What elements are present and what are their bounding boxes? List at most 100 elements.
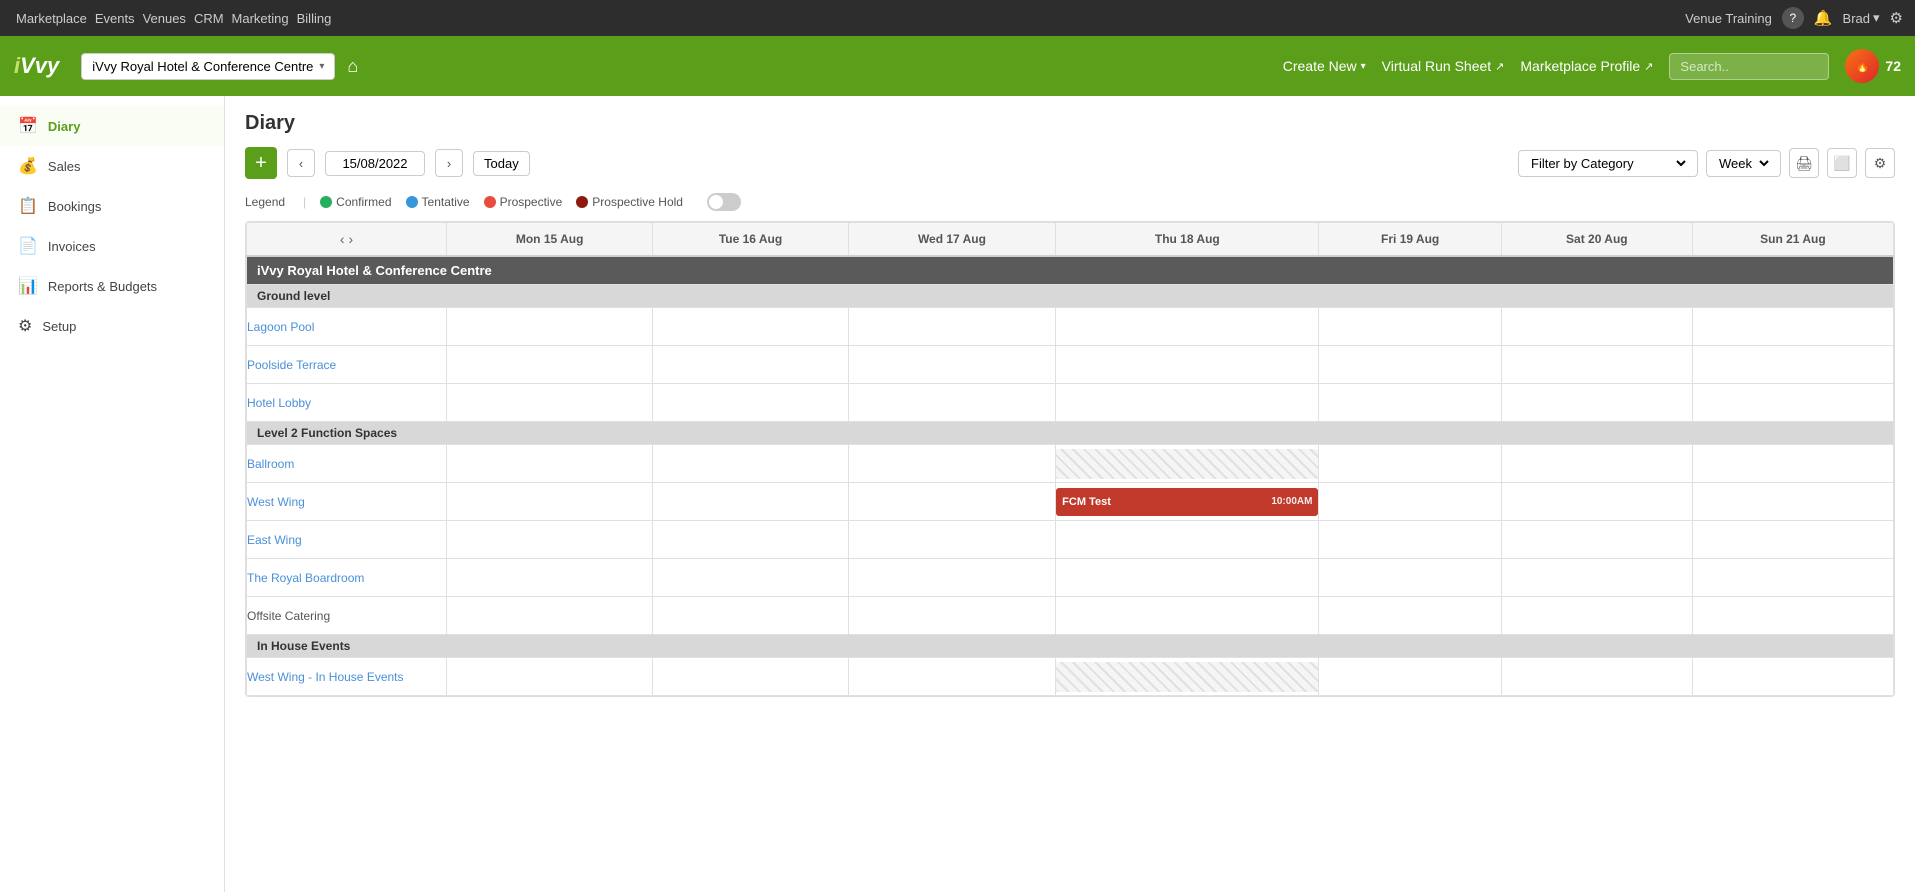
cal-cell[interactable] bbox=[447, 658, 653, 696]
help-icon[interactable]: ? bbox=[1782, 7, 1804, 29]
cal-cell[interactable] bbox=[653, 445, 848, 483]
settings-gear-icon[interactable]: ⚙ bbox=[1890, 9, 1903, 27]
cal-cell[interactable] bbox=[447, 445, 653, 483]
search-input[interactable] bbox=[1669, 53, 1829, 80]
cal-cell[interactable] bbox=[1692, 559, 1893, 597]
cal-cell[interactable] bbox=[1319, 445, 1501, 483]
toggle-switch[interactable] bbox=[707, 193, 741, 211]
cal-cell[interactable] bbox=[1319, 384, 1501, 422]
cal-cell[interactable] bbox=[1692, 597, 1893, 635]
virtual-run-sheet-button[interactable]: Virtual Run Sheet ↗ bbox=[1382, 58, 1505, 74]
today-button[interactable]: Today bbox=[473, 151, 530, 176]
print-button[interactable]: 🖨 bbox=[1789, 148, 1819, 178]
cal-cell[interactable] bbox=[653, 483, 848, 521]
cal-cell[interactable] bbox=[1056, 384, 1319, 422]
sidebar-item-invoices[interactable]: 📄 Invoices bbox=[0, 226, 224, 266]
bell-icon[interactable]: 🔔 bbox=[1814, 9, 1833, 27]
cal-cell[interactable] bbox=[1692, 308, 1893, 346]
settings-button[interactable]: ⚙ bbox=[1865, 148, 1895, 178]
sidebar-item-bookings[interactable]: 📋 Bookings bbox=[0, 186, 224, 226]
cal-cell[interactable] bbox=[447, 521, 653, 559]
cal-cell[interactable] bbox=[1692, 521, 1893, 559]
cal-cell[interactable] bbox=[1692, 384, 1893, 422]
cal-cell[interactable] bbox=[848, 308, 1055, 346]
cal-cell[interactable] bbox=[1692, 658, 1893, 696]
cal-cell[interactable] bbox=[1056, 658, 1319, 696]
cal-cell[interactable] bbox=[653, 346, 848, 384]
filter-category-select[interactable]: Filter by Category Option 1 Option 2 bbox=[1518, 150, 1698, 177]
cal-cell[interactable] bbox=[848, 445, 1055, 483]
cal-cell[interactable] bbox=[1501, 346, 1692, 384]
add-button[interactable]: + bbox=[245, 147, 277, 179]
cal-cell[interactable] bbox=[1501, 384, 1692, 422]
cal-cell[interactable] bbox=[1692, 445, 1893, 483]
filter-category-dropdown[interactable]: Filter by Category Option 1 Option 2 bbox=[1527, 155, 1689, 172]
event-block[interactable]: FCM Test 10:00AM bbox=[1056, 488, 1318, 516]
top-nav-link-events[interactable]: Events bbox=[91, 3, 139, 34]
cal-cell[interactable] bbox=[653, 658, 848, 696]
view-dropdown[interactable]: Week Day Month bbox=[1715, 155, 1772, 172]
cal-cell[interactable] bbox=[447, 597, 653, 635]
cal-cell[interactable] bbox=[1319, 597, 1501, 635]
cal-cell[interactable] bbox=[1501, 559, 1692, 597]
top-nav-link-crm[interactable]: CRM bbox=[190, 3, 228, 34]
prev-date-button[interactable]: ‹ bbox=[287, 149, 315, 177]
cal-cell[interactable] bbox=[653, 308, 848, 346]
top-nav-link-marketing[interactable]: Marketing bbox=[228, 3, 293, 34]
cal-cell[interactable] bbox=[1692, 483, 1893, 521]
cal-cell[interactable] bbox=[1056, 308, 1319, 346]
cal-cell[interactable] bbox=[653, 597, 848, 635]
user-menu[interactable]: Brad ▾ bbox=[1843, 10, 1880, 26]
cal-cell[interactable] bbox=[1056, 559, 1319, 597]
top-nav-link-venues[interactable]: Venues bbox=[139, 3, 190, 34]
cal-prev-arrow[interactable]: ‹ bbox=[340, 231, 345, 247]
cal-cell[interactable] bbox=[653, 521, 848, 559]
marketplace-profile-button[interactable]: Marketplace Profile ↗ bbox=[1520, 58, 1653, 74]
cal-cell[interactable] bbox=[1319, 308, 1501, 346]
top-nav-link-billing[interactable]: Billing bbox=[293, 3, 336, 34]
cal-cell[interactable] bbox=[447, 308, 653, 346]
sidebar-item-reports--budgets[interactable]: 📊 Reports & Budgets bbox=[0, 266, 224, 306]
cal-cell[interactable] bbox=[653, 384, 848, 422]
cal-cell[interactable] bbox=[1056, 521, 1319, 559]
cal-cell[interactable] bbox=[848, 597, 1055, 635]
sidebar-item-diary[interactable]: 📅 Diary bbox=[0, 106, 224, 146]
view-select[interactable]: Week Day Month bbox=[1706, 150, 1781, 177]
cal-cell[interactable] bbox=[848, 483, 1055, 521]
sidebar-item-setup[interactable]: ⚙ Setup bbox=[0, 306, 224, 346]
top-nav-link-marketplace[interactable]: Marketplace bbox=[12, 3, 91, 34]
cal-cell[interactable] bbox=[1501, 445, 1692, 483]
cal-next-arrow[interactable]: › bbox=[349, 231, 354, 247]
cal-cell[interactable] bbox=[848, 384, 1055, 422]
cal-cell[interactable] bbox=[1319, 658, 1501, 696]
cal-cell[interactable] bbox=[1501, 483, 1692, 521]
next-date-button[interactable]: › bbox=[435, 149, 463, 177]
cal-cell[interactable] bbox=[1319, 521, 1501, 559]
export-button[interactable]: ⬜ bbox=[1827, 148, 1857, 178]
cal-cell[interactable] bbox=[447, 559, 653, 597]
cal-cell[interactable] bbox=[848, 346, 1055, 384]
room-name-link[interactable]: The Royal Boardroom bbox=[247, 571, 364, 585]
cal-cell[interactable] bbox=[848, 559, 1055, 597]
venue-selector[interactable]: iVvy Royal Hotel & Conference Centre ▾ bbox=[81, 53, 335, 80]
cal-cell[interactable] bbox=[1501, 658, 1692, 696]
cal-cell[interactable] bbox=[1056, 346, 1319, 384]
cal-cell[interactable] bbox=[447, 384, 653, 422]
cal-cell[interactable] bbox=[848, 658, 1055, 696]
cal-cell[interactable] bbox=[848, 521, 1055, 559]
cal-cell[interactable] bbox=[447, 483, 653, 521]
cal-cell[interactable] bbox=[653, 559, 848, 597]
legend-toggle[interactable] bbox=[707, 193, 741, 211]
sidebar-item-sales[interactable]: 💰 Sales bbox=[0, 146, 224, 186]
cal-cell[interactable] bbox=[1319, 483, 1501, 521]
cal-cell[interactable] bbox=[1501, 597, 1692, 635]
cal-cell[interactable] bbox=[1319, 346, 1501, 384]
cal-cell[interactable] bbox=[1501, 521, 1692, 559]
cal-cell[interactable] bbox=[1319, 559, 1501, 597]
cal-cell[interactable]: FCM Test 10:00AM bbox=[1056, 483, 1319, 521]
cal-cell[interactable] bbox=[447, 346, 653, 384]
home-icon[interactable]: ⌂ bbox=[347, 56, 358, 77]
cal-cell[interactable] bbox=[1056, 597, 1319, 635]
create-new-button[interactable]: Create New ▾ bbox=[1283, 58, 1366, 74]
cal-cell[interactable] bbox=[1056, 445, 1319, 483]
